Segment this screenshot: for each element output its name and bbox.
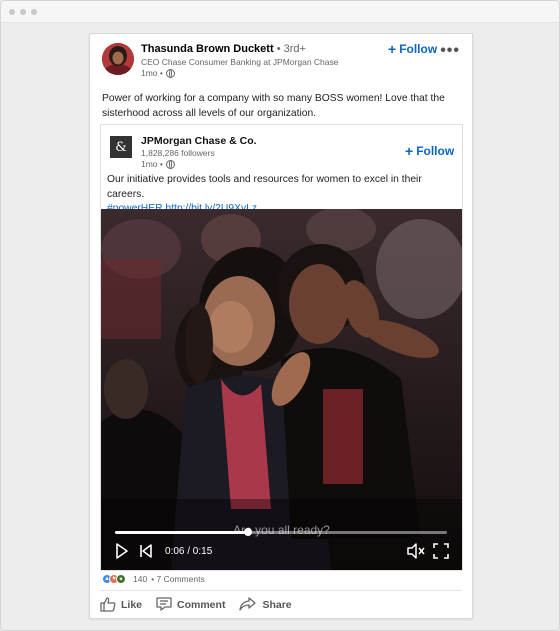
window-dot-icon[interactable]: [9, 8, 15, 15]
more-options-button[interactable]: •••: [440, 42, 460, 60]
reactions-summary[interactable]: ▲ ♥ ✦: [102, 574, 126, 584]
company-followers: 1,828,286 followers: [141, 148, 215, 158]
video-scrubber-handle[interactable]: [243, 528, 252, 536]
author-headline: CEO Chase Consumer Banking at JPMorgan C…: [141, 57, 339, 67]
page-content: Thasunda Brown Duckett • 3rd+ CEO Chase …: [1, 23, 559, 630]
post-timestamp: 1mo •: [141, 68, 175, 78]
shared-post: & JPMorgan Chase & Co. 1,828,286 followe…: [100, 124, 463, 571]
video-caption: Are you all ready?: [233, 523, 330, 537]
divider: [100, 590, 462, 591]
mute-icon[interactable]: [407, 543, 425, 564]
thumbs-up-icon: [100, 596, 116, 615]
follow-author-button[interactable]: + Follow: [388, 42, 437, 56]
follow-label: Follow: [416, 144, 455, 158]
celebrate-reaction-icon: ✦: [116, 574, 126, 584]
follow-company-button[interactable]: + Follow: [405, 144, 454, 158]
social-action-bar: Like Comment Share: [100, 594, 292, 616]
window-dot-icon[interactable]: [31, 8, 37, 15]
video-frame: [101, 209, 462, 570]
video-controls: 0:06 / 0:15: [101, 541, 462, 563]
fullscreen-icon[interactable]: [433, 543, 449, 564]
author-avatar[interactable]: [102, 43, 134, 75]
share-button[interactable]: Share: [239, 594, 292, 616]
skip-back-icon[interactable]: [139, 543, 153, 564]
reaction-count[interactable]: 140: [133, 574, 147, 584]
like-button[interactable]: Like: [100, 594, 142, 616]
comment-icon: [156, 596, 172, 615]
comment-button[interactable]: Comment: [156, 594, 225, 616]
window-dot-icon[interactable]: [20, 8, 26, 15]
post-text: Power of working for a company with so m…: [102, 93, 445, 119]
feed-post-card: Thasunda Brown Duckett • 3rd+ CEO Chase …: [89, 33, 473, 619]
play-icon[interactable]: [115, 543, 129, 564]
video-progress-bar[interactable]: [115, 528, 447, 536]
plus-icon: +: [388, 41, 397, 57]
follow-label: Follow: [399, 42, 438, 56]
author-name-text[interactable]: Thasunda Brown Duckett: [141, 43, 274, 55]
video-player[interactable]: Are you all ready? 0:06 / 0:15: [101, 209, 462, 570]
social-counts[interactable]: ▲ ♥ ✦ 140 • 7 Comments: [102, 574, 205, 584]
company-name[interactable]: JPMorgan Chase & Co.: [141, 135, 257, 147]
share-label: Share: [262, 599, 292, 611]
post-time-text: 1mo •: [141, 68, 163, 78]
connection-degree: • 3rd+: [276, 43, 306, 55]
shared-time-text: 1mo •: [141, 159, 163, 169]
author-name[interactable]: Thasunda Brown Duckett • 3rd+: [141, 43, 306, 55]
video-progress-fill: [115, 531, 248, 534]
globe-icon: [165, 68, 175, 78]
window-titlebar: [1, 1, 559, 23]
shared-post-timestamp: 1mo •: [141, 159, 175, 169]
shared-text-body: Our initiative provides tools and resour…: [107, 174, 422, 200]
video-time-readout: 0:06 / 0:15: [165, 546, 213, 557]
share-icon: [239, 596, 257, 615]
browser-window: Thasunda Brown Duckett • 3rd+ CEO Chase …: [0, 0, 560, 631]
globe-icon: [165, 159, 175, 169]
plus-icon: +: [405, 143, 414, 159]
like-label: Like: [121, 599, 143, 611]
comment-count[interactable]: • 7 Comments: [151, 574, 205, 584]
company-logo[interactable]: &: [110, 136, 132, 158]
comment-label: Comment: [177, 599, 226, 611]
